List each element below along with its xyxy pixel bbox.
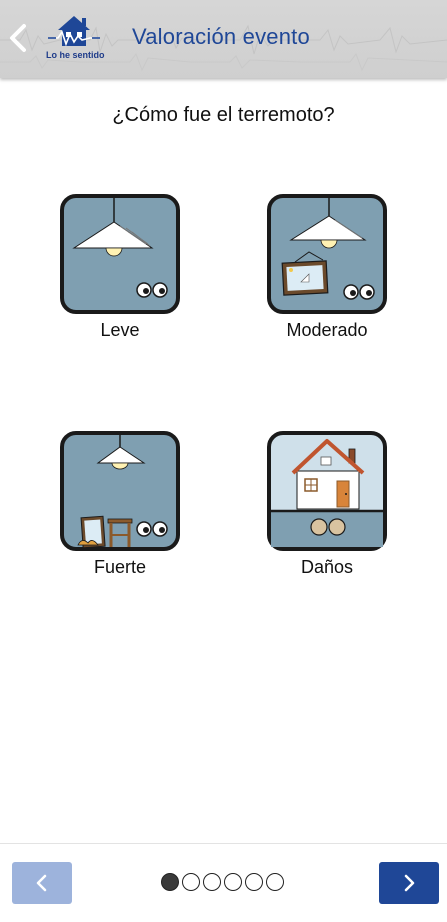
back-button[interactable]: [4, 20, 36, 56]
lamp-fallen-furniture-icon: [60, 431, 180, 551]
app-screen: Lo he sentido Valoración evento ¿Cómo fu…: [0, 0, 447, 922]
chevron-left-icon: [36, 874, 47, 892]
lamp-picture-eyes-icon: [267, 194, 387, 314]
option-moderado[interactable]: Moderado: [265, 194, 389, 341]
question-heading: ¿Cómo fue el terremoto?: [112, 104, 335, 126]
app-logo: Lo he sentido: [46, 12, 105, 62]
bottom-navigation: [0, 843, 447, 922]
option-label: Fuerte: [93, 557, 147, 577]
page-title: Valoración evento: [132, 24, 310, 49]
logo-text: Lo he sentido: [46, 50, 105, 60]
option-label: Moderado: [286, 320, 368, 340]
step-dot-3: [203, 873, 221, 891]
top-bar: Lo he sentido Valoración evento: [0, 0, 447, 78]
step-dot-1: [161, 873, 179, 891]
step-dot-2: [182, 873, 200, 891]
step-dot-6: [266, 873, 284, 891]
option-label: Daños: [300, 557, 354, 577]
step-dot-4: [224, 873, 242, 891]
damaged-house-icon: [267, 431, 387, 551]
option-label: Leve: [100, 320, 140, 340]
previous-button[interactable]: [12, 862, 72, 904]
house-seismograph-logo-icon: [48, 16, 100, 47]
chevron-right-icon: [404, 874, 415, 892]
option-danos[interactable]: Daños: [265, 431, 389, 578]
option-leve[interactable]: Leve: [58, 194, 182, 341]
chevron-left-icon: [10, 24, 26, 52]
next-button[interactable]: [379, 862, 439, 904]
lamp-eyes-icon: [60, 194, 180, 314]
step-dot-5: [245, 873, 263, 891]
option-fuerte[interactable]: Fuerte: [58, 431, 182, 578]
